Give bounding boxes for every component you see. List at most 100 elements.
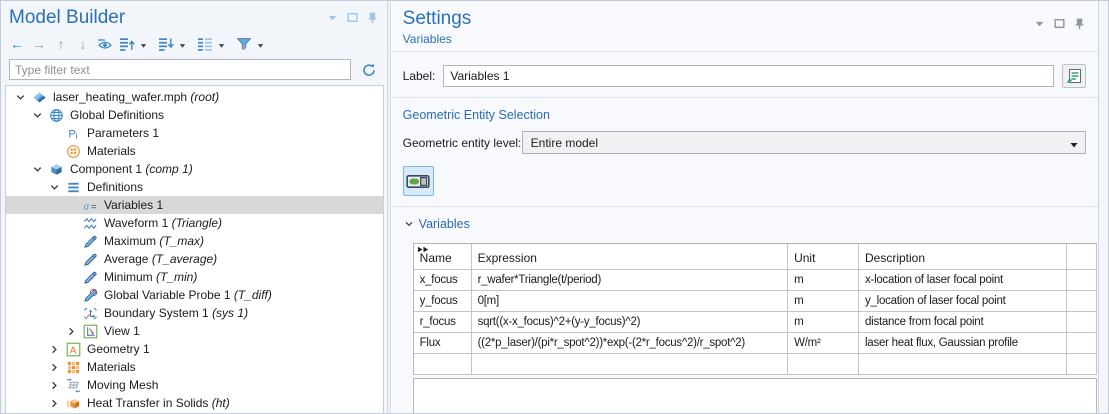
filter-icon-caret[interactable]: [256, 37, 266, 50]
tree-item-laser-heating-wafer-mph[interactable]: laser_heating_wafer.mph (root): [6, 88, 383, 106]
tree-item-label: Definitions: [87, 180, 143, 194]
model-tree-node-text-icon[interactable]: [196, 35, 214, 53]
collapse-expand-down-icon-caret[interactable]: [178, 37, 188, 50]
filter-icon[interactable]: [235, 35, 253, 53]
cell-expression-r4[interactable]: ((2*p_laser)/(pi*r_spot^2))*exp(-(2*r_fo…: [472, 333, 789, 354]
collapse-expand-down-icon[interactable]: [157, 35, 175, 53]
move-down-icon[interactable]: ↓: [74, 35, 92, 53]
tree-item-minimum[interactable]: Minimum (T_min): [6, 268, 383, 286]
cell-empty[interactable]: [788, 354, 859, 375]
rename-icon[interactable]: [1062, 64, 1086, 88]
label-row: Label:: [391, 52, 1098, 98]
materials-icon: [66, 360, 82, 375]
model-tree-node-text-icon-caret[interactable]: [217, 37, 227, 50]
comsol-window: Model Builder ←→↑↓ laser_heating_wafer.m…: [0, 0, 1109, 414]
tree-item-moving-mesh[interactable]: Moving Mesh: [6, 376, 383, 394]
tree-item-maximum[interactable]: Maximum (T_max): [6, 232, 383, 250]
refresh-icon[interactable]: [359, 60, 379, 80]
tree-item-label: Boundary System 1 (sys 1): [104, 306, 248, 320]
tree-item-parameters-1[interactable]: PiParameters 1: [6, 124, 383, 142]
go-back-icon[interactable]: ←: [8, 35, 26, 53]
cell-empty[interactable]: [1067, 354, 1097, 375]
cell-expression-r3[interactable]: sqrt((x-x_focus)^2+(y-y_focus)^2): [472, 312, 789, 333]
tree-item-average[interactable]: Average (T_average): [6, 250, 383, 268]
cell-extra-r4[interactable]: [1067, 333, 1097, 354]
cell-expression-r2[interactable]: 0[m]: [472, 291, 789, 312]
cell-description-r3[interactable]: distance from focal point: [859, 312, 1067, 333]
tree-item-heat-transfer-in-solids[interactable]: Heat Transfer in Solids (ht): [6, 394, 383, 412]
settings-title: Settings: [403, 7, 1086, 31]
cell-extra-r2[interactable]: [1067, 291, 1097, 312]
cell-empty[interactable]: [414, 354, 472, 375]
table-row-r-focus: r_focussqrt((x-x_focus)^2+(y-y_focus)^2)…: [414, 312, 1097, 333]
table-header-row: NameExpressionUnitDescription: [414, 244, 1097, 270]
cell-description-r2[interactable]: y_location of laser focal point: [859, 291, 1067, 312]
chevron-down-icon: [1069, 139, 1079, 149]
float-panel-icon[interactable]: [1053, 17, 1066, 30]
active-toggle-button[interactable]: [403, 166, 434, 196]
cell-unit-r4[interactable]: W/m²: [788, 333, 859, 354]
tree-expander-icon[interactable]: [48, 342, 66, 356]
tree-item-label: Global Definitions: [70, 108, 164, 122]
chev-spacer: [65, 252, 83, 266]
tree-expander-icon[interactable]: [48, 396, 66, 410]
cell-unit-r3[interactable]: m: [788, 312, 859, 333]
geometric-entity-selection-section: Geometric Entity Selection Geometric ent…: [391, 98, 1098, 207]
cell-unit-r1[interactable]: m: [788, 270, 859, 291]
collapse-panel-icon[interactable]: [1033, 17, 1046, 30]
tree-item-geometry-1[interactable]: AGeometry 1: [6, 340, 383, 358]
cell-extra-r1[interactable]: [1067, 270, 1097, 291]
materials-global-icon: [66, 144, 82, 159]
collapse-panel-icon[interactable]: [326, 11, 339, 24]
tree-item-label: Maximum (T_max): [104, 234, 204, 248]
collapse-section-icon[interactable]: [403, 218, 415, 230]
tree-item-global-variable-probe-1[interactable]: Global Variable Probe 1 (T_diff): [6, 286, 383, 304]
cell-empty[interactable]: [859, 354, 1067, 375]
cell-extra-r3[interactable]: [1067, 312, 1097, 333]
move-up-icon[interactable]: ↑: [52, 35, 70, 53]
collapse-expand-up-icon-caret[interactable]: [139, 37, 149, 50]
cell-name-r4[interactable]: Flux: [414, 333, 472, 354]
collapse-expand-up-icon[interactable]: [118, 35, 136, 53]
cell-name-r1[interactable]: x_focus: [414, 270, 472, 291]
tree-item-definitions[interactable]: Definitions: [6, 178, 383, 196]
geometric-entity-level-select[interactable]: Entire model: [522, 131, 1086, 154]
cell-empty[interactable]: [472, 354, 789, 375]
cell-description-r1[interactable]: x-location of laser focal point: [859, 270, 1067, 291]
tree-expander-icon[interactable]: [14, 90, 32, 104]
tree-item-materials[interactable]: Materials: [6, 142, 383, 160]
tree-item-variables-1[interactable]: a=Variables 1: [6, 196, 383, 214]
cell-expression-r1[interactable]: r_wafer*Triangle(t/period): [472, 270, 789, 291]
tree-item-view-1[interactable]: View 1: [6, 322, 383, 340]
tree-expander-icon[interactable]: [31, 162, 49, 176]
variables-section-title[interactable]: Variables: [403, 216, 1086, 232]
tree-item-materials[interactable]: Materials: [6, 358, 383, 376]
tree-item-label: Average (T_average): [104, 252, 217, 266]
tree-item-global-definitions[interactable]: Global Definitions: [6, 106, 383, 124]
cell-description-r4[interactable]: laser heat flux, Gaussian profile: [859, 333, 1067, 354]
tree-expander-icon[interactable]: [31, 108, 49, 122]
tree-expander-icon[interactable]: [48, 378, 66, 392]
cell-unit-r2[interactable]: m: [788, 291, 859, 312]
pin-panel-icon[interactable]: [366, 11, 379, 24]
filter-input[interactable]: [9, 59, 351, 80]
show-icon[interactable]: [96, 35, 114, 53]
cell-name-r2[interactable]: y_focus: [414, 291, 472, 312]
label-input[interactable]: [443, 65, 1054, 87]
float-panel-icon[interactable]: [346, 11, 359, 24]
pin-panel-icon[interactable]: [1073, 17, 1086, 30]
tree-expander-icon[interactable]: [48, 180, 66, 194]
column-header-description: Description: [859, 244, 1067, 270]
tree-item-component-1[interactable]: Component 1 (comp 1): [6, 160, 383, 178]
move-columns-icon[interactable]: [417, 246, 430, 253]
go-forward-icon[interactable]: →: [30, 35, 48, 53]
tree-item-label: Minimum (T_min): [104, 270, 197, 284]
tree-expander-icon[interactable]: [65, 324, 83, 338]
tree-expander-icon[interactable]: [48, 360, 66, 374]
waveform-icon: [83, 216, 99, 231]
tree-item-waveform-1[interactable]: Waveform 1 (Triangle): [6, 214, 383, 232]
table-row-flux: Flux((2*p_laser)/(pi*r_spot^2))*exp(-(2*…: [414, 333, 1097, 354]
tree-item-boundary-system-1[interactable]: Boundary System 1 (sys 1): [6, 304, 383, 322]
cell-name-r3[interactable]: r_focus: [414, 312, 472, 333]
geometric-entity-level-label: Geometric entity level:: [403, 136, 522, 150]
